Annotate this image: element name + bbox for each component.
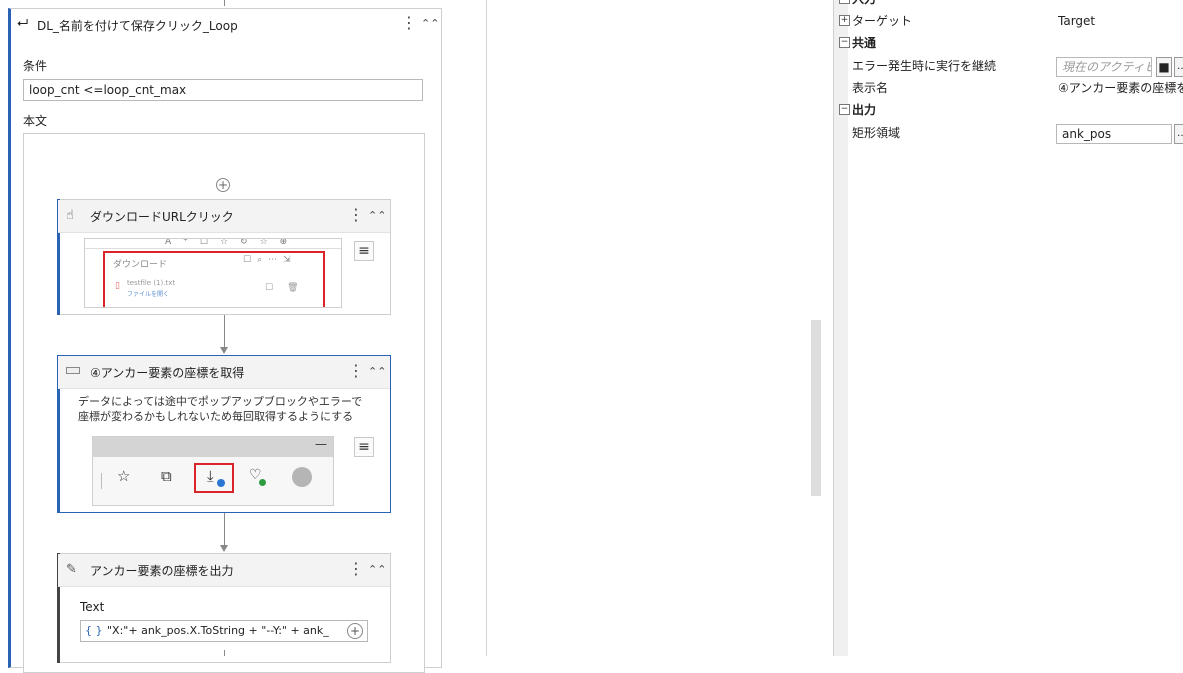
activity-annotation: データによっては途中でポップアップブロックやエラーで座標が変わるかもしれないため… (78, 395, 363, 423)
connector-line (224, 315, 225, 348)
rectangle-input[interactable]: ank_pos (1056, 124, 1172, 144)
downloads-icon: ⤓ (207, 467, 214, 485)
loop-menu-icon[interactable]: ⋮ (401, 15, 417, 31)
collapse-icon[interactable]: − (839, 104, 850, 115)
toolbar-separator (101, 473, 102, 489)
text-label: Text (80, 600, 105, 614)
log-icon: ✎ (66, 562, 77, 577)
target-screenshot: — ☆ ⧉ ⤓ ♡ (92, 436, 334, 506)
file-open-link: ファイルを開く (127, 291, 170, 298)
loop-title: DL_名前を付けて保存クリック_Loop (37, 19, 238, 33)
continue-on-error-input[interactable]: 現在のアクティビテ (1056, 57, 1152, 77)
prop-section-name: 出力 (852, 103, 877, 117)
loop-collapse-icon[interactable]: ⌃⌃ (421, 17, 439, 30)
highlight-box (194, 463, 234, 493)
prop-name: ターゲット (852, 14, 913, 28)
download-badge-icon (217, 479, 225, 487)
screenshot-titlebar (93, 437, 333, 457)
checkbox-icon[interactable]: ■ (1156, 57, 1172, 77)
prop-name: 表示名 (852, 81, 889, 95)
expand-icon[interactable]: + (839, 15, 850, 26)
file-action-icons: ☐🗑 (265, 283, 313, 293)
target-menu-button[interactable]: ≡ (354, 241, 374, 261)
file-name: testfile (1).txt (127, 279, 176, 287)
prop-value[interactable]: Target (1058, 10, 1095, 32)
canvas-divider (486, 0, 487, 656)
add-argument-icon[interactable]: + (347, 623, 363, 639)
activity-menu-icon[interactable]: ⋮ (348, 207, 364, 223)
target-menu-button[interactable]: ≡ (354, 437, 374, 457)
activity-title: ダウンロードURLクリック (90, 210, 234, 224)
prop-row-rectangle[interactable]: 矩形領域 ank_pos … (834, 122, 1183, 144)
prop-name: 矩形領域 (852, 126, 901, 140)
loop-icon: ⮠ (17, 15, 29, 31)
text-expression: "X:"+ ank_pos.X.ToString + "--Y:" + ank_ (107, 624, 329, 637)
prop-section-name: 入力 (852, 0, 876, 10)
display-name-value[interactable]: ④アンカー要素の座標を取 (1058, 77, 1183, 99)
prop-row-continue-on-error[interactable]: エラー発生時に実行を継続 現在のアクティビテ ■ … (834, 55, 1183, 77)
activity-menu-icon[interactable]: ⋮ (348, 561, 364, 577)
favorites-icon: ☆ (117, 467, 131, 485)
activity-collapse-icon[interactable]: ⌃⌃ (368, 209, 386, 222)
get-anchor-activity[interactable]: ④アンカー要素の座標を取得 ⋮ ⌃⌃ データによっては途中でポップアップブロック… (57, 355, 391, 513)
activity-title: アンカー要素の座標を出力 (90, 564, 234, 578)
connector-line (224, 513, 225, 546)
ellipsis-button[interactable]: … (1174, 124, 1183, 144)
connector-arrow (220, 347, 228, 354)
condition-input[interactable]: loop_cnt <=loop_cnt_max (23, 79, 423, 101)
click-download-activity[interactable]: ☝ ダウンロードURLクリック ⋮ ⌃⌃ A⁺☐☆↻☆⊕ ダウンロード ☐⌕⋯⇲… (57, 199, 391, 315)
avatar-icon (292, 467, 312, 487)
collapse-icon[interactable]: − (839, 0, 850, 4)
click-icon: ☝ (66, 208, 74, 223)
activity-title: ④アンカー要素の座標を取得 (90, 366, 245, 380)
collections-icon: ⧉ (161, 467, 172, 485)
condition-label: 条件 (23, 59, 48, 73)
file-icon: ▯ (115, 281, 120, 291)
toolbar-icons: A⁺☐☆↻☆⊕ (165, 238, 300, 247)
expression-brace-icon: { } (85, 624, 103, 637)
prop-row-target[interactable]: + ターゲット Target (834, 10, 1183, 32)
minimize-icon: — (315, 437, 327, 451)
activity-menu-icon[interactable]: ⋮ (348, 363, 364, 379)
ellipsis-button[interactable]: … (1174, 57, 1183, 77)
log-anchor-activity[interactable]: ✎ アンカー要素の座標を出力 ⋮ ⌃⌃ Text { } "X:"+ ank_p… (57, 553, 391, 663)
properties-panel: − 入力 + ターゲット Target − 共通 エラー発生時に実行を継続 現在… (833, 0, 1183, 656)
prop-row-common-section[interactable]: − 共通 (834, 32, 1183, 54)
scrollbar-thumb[interactable] (811, 320, 821, 496)
prop-name: エラー発生時に実行を継続 (852, 59, 997, 73)
add-activity-icon[interactable]: + (216, 178, 230, 192)
element-icon (66, 367, 80, 374)
body-label: 本文 (23, 114, 48, 128)
prop-section-name: 共通 (852, 36, 877, 50)
target-screenshot: A⁺☐☆↻☆⊕ ダウンロード ☐⌕⋯⇲ ▯ testfile (1).txt フ… (84, 238, 342, 308)
collapse-icon[interactable]: − (839, 37, 850, 48)
prop-row-output-section[interactable]: − 出力 (834, 99, 1183, 121)
status-badge-icon (259, 479, 266, 486)
connector-arrow (220, 545, 228, 552)
text-input[interactable]: { } "X:"+ ank_pos.X.ToString + "--Y:" + … (80, 620, 368, 642)
connector-line (224, 650, 225, 656)
prop-row-display-name[interactable]: 表示名 ④アンカー要素の座標を取 (834, 77, 1183, 99)
prop-row-input-section[interactable]: − 入力 (834, 0, 1183, 10)
connector-line (224, 0, 225, 6)
activity-collapse-icon[interactable]: ⌃⌃ (368, 365, 386, 378)
activity-collapse-icon[interactable]: ⌃⌃ (368, 563, 386, 576)
